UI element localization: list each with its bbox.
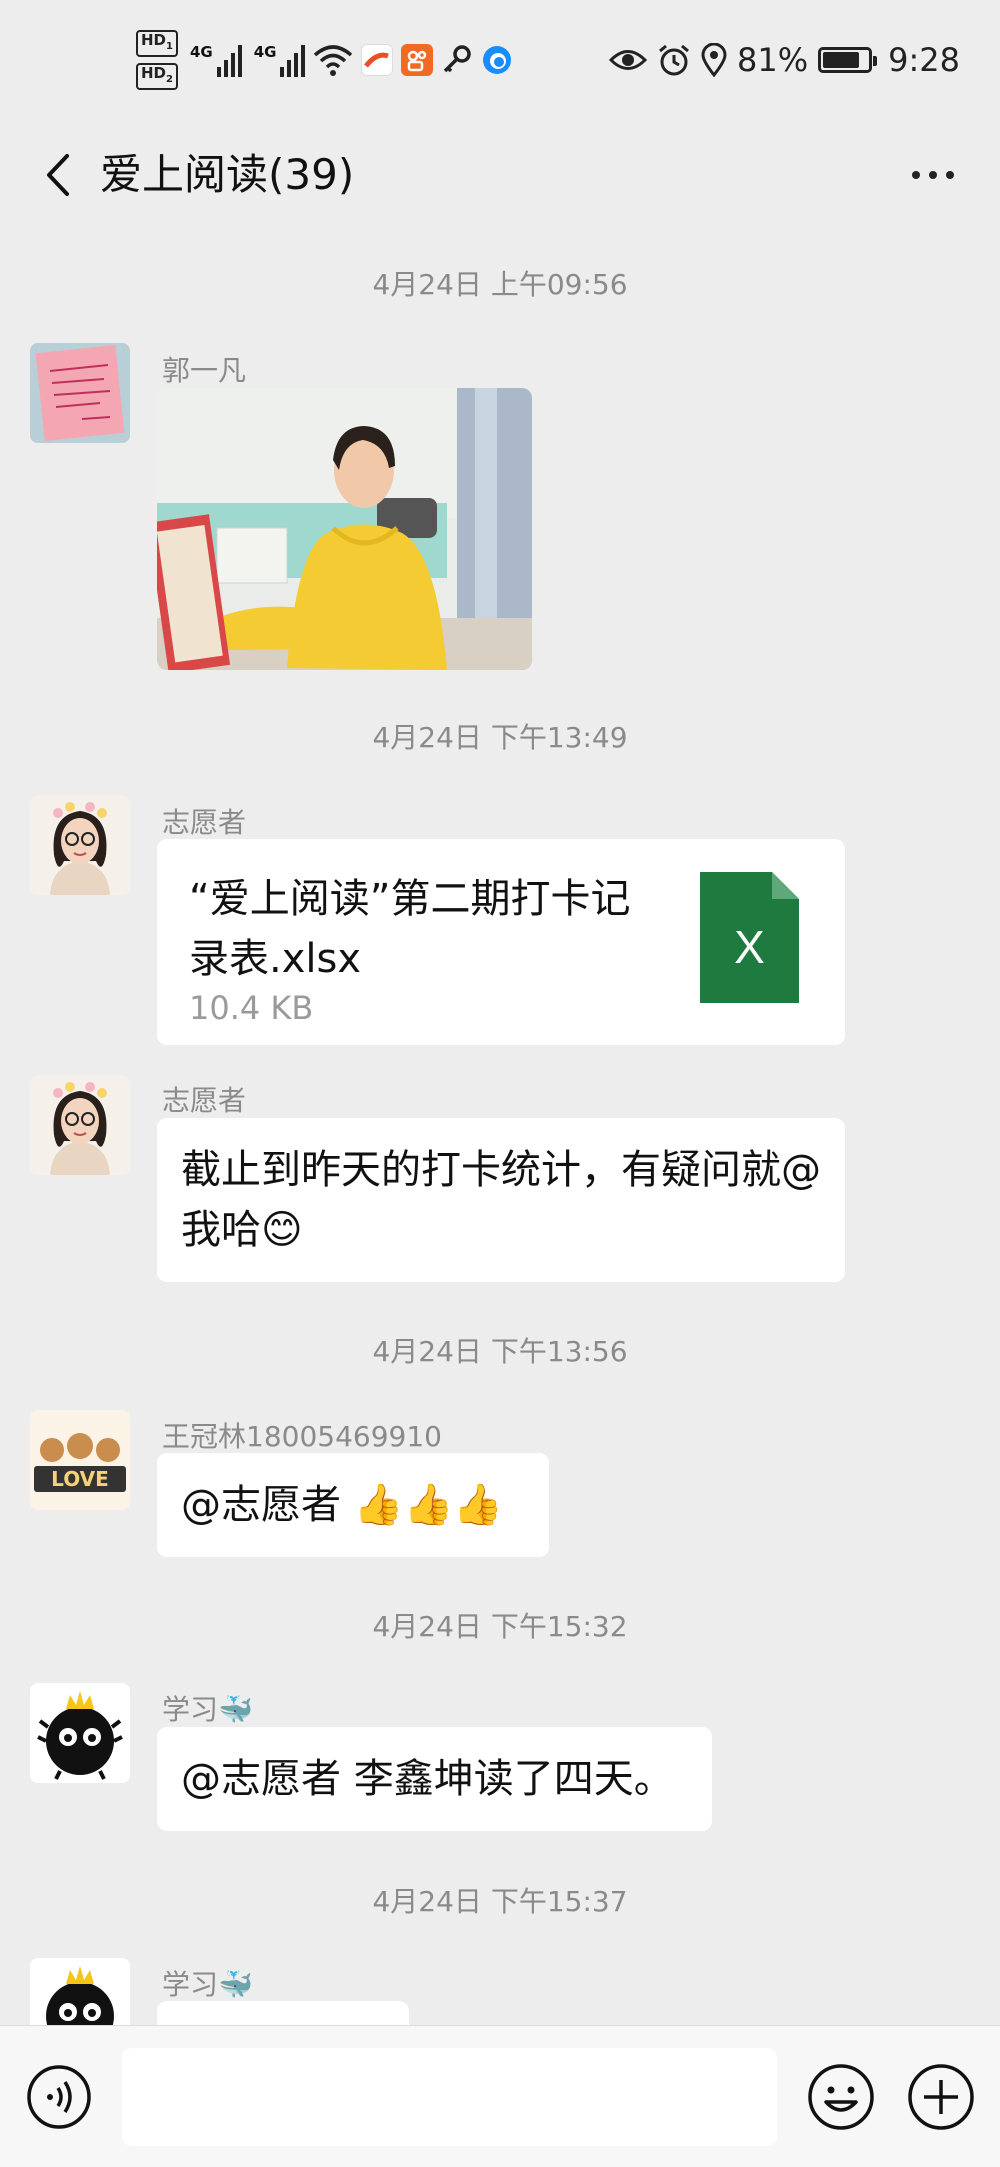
- timestamp: 4月24日 下午13:56: [372, 1335, 628, 1368]
- soot-sprite-avatar: [30, 1958, 130, 2025]
- voice-icon: [27, 2065, 91, 2129]
- battery-icon: [818, 47, 878, 73]
- avatar[interactable]: LOVE: [30, 1410, 130, 1510]
- app-notification-icon-1: [361, 44, 394, 76]
- avatar[interactable]: [30, 343, 130, 443]
- file-name: “爱上阅读”第二期打卡记录表.xlsx: [189, 876, 631, 982]
- text-message[interactable]: [157, 2001, 409, 2025]
- avatar[interactable]: [30, 1683, 130, 1783]
- woman-with-glasses-avatar: [30, 795, 130, 895]
- text-message[interactable]: @志愿者 👍👍👍: [157, 1453, 549, 1557]
- image-message[interactable]: [157, 388, 532, 670]
- plus-icon: [908, 2064, 974, 2130]
- eye-icon: [609, 50, 648, 70]
- voice-button[interactable]: [26, 2064, 92, 2130]
- excel-file-icon: X: [700, 872, 799, 1003]
- browser-app-icon: [483, 46, 512, 74]
- hd-indicators: HD1 HD2: [136, 30, 178, 90]
- status-right: 81% 9:28: [609, 32, 960, 88]
- sender-name: 王冠林18005469910: [162, 1420, 442, 1453]
- status-bar: HD1 HD2 4G 4G 81% 9:28: [0, 0, 1000, 125]
- timestamp: 4月24日 下午15:32: [372, 1610, 628, 1643]
- message-text: 截止到昨天的打卡统计，有疑问就@我哈😊: [181, 1147, 821, 1253]
- chat-title: 爱上阅读(39): [100, 150, 355, 199]
- svg-text:LOVE: LOVE: [51, 1467, 109, 1491]
- kuaishou-app-icon: [401, 44, 434, 76]
- emoji-button[interactable]: [806, 2062, 876, 2132]
- avatar[interactable]: [30, 1958, 130, 2025]
- alarm-icon: [659, 44, 689, 76]
- key-icon: [444, 45, 472, 73]
- timestamp: 4月24日 下午15:37: [372, 1885, 628, 1918]
- status-left: HD1 HD2 4G 4G: [136, 30, 513, 90]
- battery-percent: 81%: [737, 41, 809, 79]
- sticky-note-avatar-image: [30, 343, 130, 443]
- teddy-bears-love-avatar: LOVE: [30, 1410, 130, 1510]
- soot-sprite-avatar: [30, 1683, 130, 1783]
- emoji-icon: [808, 2064, 874, 2130]
- sender-name: 志愿者: [162, 1084, 247, 1117]
- file-message[interactable]: “爱上阅读”第二期打卡记录表.xlsx 10.4 KB X: [157, 839, 845, 1045]
- photo-girl-reading: [157, 388, 532, 670]
- message-input[interactable]: [122, 2048, 777, 2146]
- wifi-icon: [314, 45, 353, 76]
- woman-with-glasses-avatar: [30, 1075, 130, 1175]
- text-message[interactable]: @志愿者 李鑫坤读了四天。: [157, 1727, 712, 1831]
- chevron-left-icon: [47, 154, 69, 196]
- input-bar: [0, 2025, 1000, 2167]
- nav-bar: 爱上阅读(39): [0, 125, 1000, 225]
- timestamp: 4月24日 上午09:56: [372, 268, 628, 301]
- more-options-button[interactable]: [898, 145, 968, 205]
- signal-2-icon: 4G: [254, 43, 306, 77]
- sender-name: 学习🐳: [162, 1693, 253, 1726]
- excel-letter: X: [734, 921, 765, 973]
- location-icon: [701, 43, 727, 77]
- text-message[interactable]: 截止到昨天的打卡统计，有疑问就@我哈😊: [157, 1118, 845, 1282]
- sender-name: 学习🐳: [162, 1968, 253, 2001]
- avatar[interactable]: [30, 1075, 130, 1175]
- timestamp: 4月24日 下午13:49: [372, 721, 628, 754]
- avatar[interactable]: [30, 795, 130, 895]
- chat-message-list[interactable]: 4月24日 上午09:56 郭一凡 4月24日 下午13:49 志愿者 “爱上阅…: [0, 225, 1000, 2025]
- clock-time: 9:28: [888, 41, 960, 79]
- sender-name: 郭一凡: [162, 354, 247, 387]
- message-text: @志愿者 李鑫坤读了四天。: [181, 1756, 674, 1802]
- back-button[interactable]: [28, 145, 88, 205]
- signal-1-icon: 4G: [190, 43, 242, 77]
- hd1-badge: HD1: [136, 30, 178, 57]
- more-dots-icon: [912, 171, 920, 179]
- message-text: @志愿者 👍👍👍: [181, 1482, 504, 1528]
- hd2-badge: HD2: [136, 63, 178, 90]
- sender-name: 志愿者: [162, 806, 247, 839]
- more-functions-button[interactable]: [906, 2062, 976, 2132]
- file-size: 10.4 KB: [189, 989, 314, 1027]
